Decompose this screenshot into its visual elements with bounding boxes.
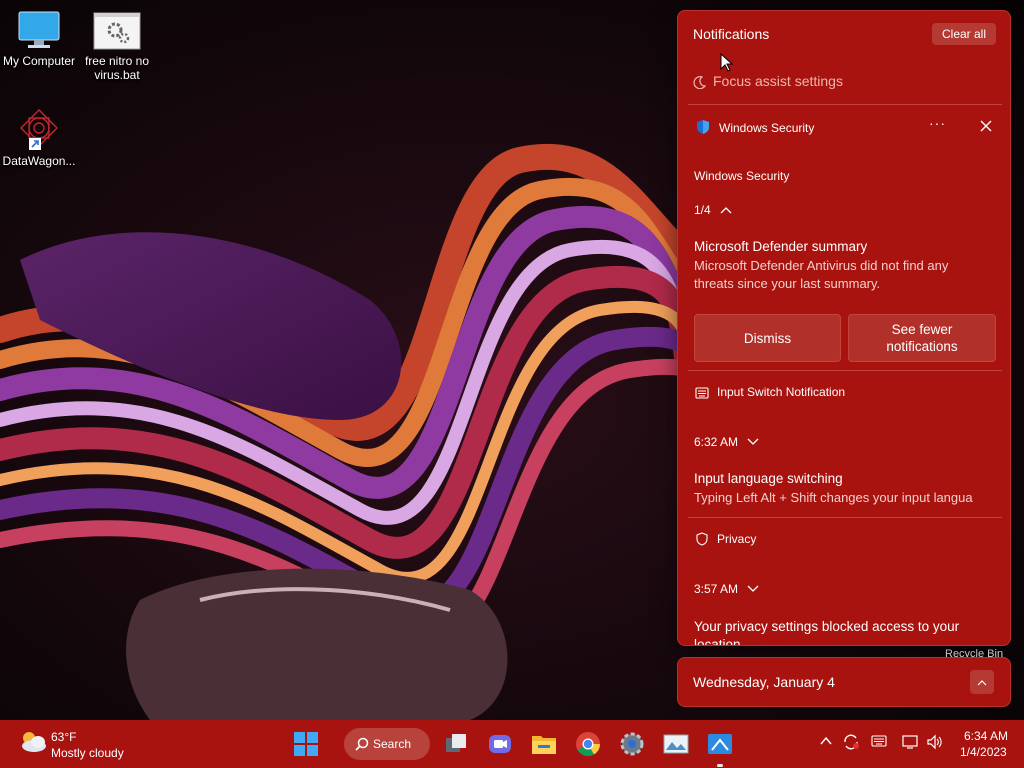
keyboard-icon — [695, 387, 709, 399]
notification-time-text: 6:32 AM — [694, 435, 739, 449]
moon-icon — [693, 76, 707, 90]
more-options-icon[interactable]: ··· — [929, 115, 946, 131]
notification-body: Typing Left Alt + Shift changes your inp… — [694, 490, 973, 505]
chevron-down-icon — [747, 585, 759, 592]
focus-assist-settings-link[interactable]: Focus assist settings — [693, 73, 843, 90]
desktop-icon-my-computer[interactable]: My Computer — [1, 10, 77, 68]
clear-all-button[interactable]: Clear all — [932, 23, 996, 45]
volume-icon[interactable] — [926, 734, 944, 750]
notification-counter[interactable]: 1/4 — [694, 203, 732, 217]
close-icon[interactable] — [980, 120, 992, 132]
see-fewer-notifications-button[interactable]: See fewer notifications — [848, 314, 996, 362]
notification-time-text: 3:57 AM — [694, 582, 739, 596]
dismiss-button[interactable]: Dismiss — [694, 314, 841, 362]
see-fewer-line1: See fewer — [891, 322, 953, 337]
see-fewer-line2: notifications — [886, 339, 958, 354]
keyboard-icon[interactable] — [871, 734, 887, 748]
notification-title-line2: location. — [694, 637, 745, 646]
notification-body-line1: Microsoft Defender Antivirus did not fin… — [694, 258, 949, 273]
notification-input-switch[interactable]: Input Switch Notification 6:32 AM Input … — [688, 371, 1002, 517]
desktop-icon-label: DataWagon... — [2, 154, 76, 168]
app-icon[interactable] — [706, 730, 734, 758]
notification-windows-security[interactable]: Windows Security ··· Windows Security 1/… — [688, 105, 1002, 367]
notification-app-row: Windows Security — [695, 119, 814, 135]
batch-file-icon — [93, 12, 141, 50]
desktop-icon-free-nitro-bat[interactable]: free nitro no virus.bat — [79, 12, 155, 82]
notification-app-row: Input Switch Notification — [695, 385, 845, 399]
cloudy-weather-icon — [22, 732, 46, 752]
mouse-cursor-icon — [720, 53, 734, 72]
chevron-up-icon — [977, 680, 987, 686]
taskbar: 63°F Mostly cloudy Search 6:34 AM 1/4/20… — [0, 720, 1024, 768]
notification-body: Microsoft Defender Antivirus did not fin… — [694, 257, 1000, 293]
chevron-down-icon — [747, 438, 759, 445]
desktop-icon-datawagon[interactable]: DataWagon... — [1, 108, 77, 168]
clock-time[interactable]: 6:34 AM — [964, 729, 1008, 743]
chevron-up-icon — [720, 207, 732, 214]
notification-center-title: Notifications — [693, 26, 770, 42]
desktop-icon-label: My Computer — [2, 54, 76, 68]
notification-time[interactable]: 6:32 AM — [694, 435, 759, 449]
notification-title: Input language switching — [694, 471, 843, 486]
notification-group-header: Windows Security — [694, 169, 790, 183]
taskbar-search-button[interactable]: Search — [344, 728, 430, 760]
shortcut-icon — [20, 109, 58, 150]
start-icon[interactable] — [292, 730, 320, 758]
search-icon — [355, 737, 369, 751]
network-icon[interactable] — [902, 734, 920, 750]
shield-icon — [697, 120, 709, 134]
calendar-expand-button[interactable] — [970, 670, 994, 694]
notification-body-line2: threats since your last summary. — [694, 276, 881, 291]
search-label: Search — [373, 737, 412, 751]
settings-icon[interactable] — [618, 730, 646, 758]
notification-app-name: Input Switch Notification — [717, 385, 846, 399]
notification-title-line1: Your privacy settings blocked access to … — [694, 619, 960, 634]
calendar-flyout[interactable]: Wednesday, January 4 — [677, 657, 1011, 707]
notification-title: Microsoft Defender summary — [694, 239, 868, 254]
notification-app-row: Privacy — [695, 532, 756, 546]
shield-outline-icon — [696, 532, 708, 546]
weather-description: Mostly cloudy — [51, 746, 124, 760]
calendar-date: Wednesday, January 4 — [693, 674, 835, 690]
notification-title: Your privacy settings blocked access to … — [694, 618, 1000, 646]
chat-icon[interactable] — [486, 730, 514, 758]
file-explorer-icon[interactable] — [530, 730, 558, 758]
active-app-indicator — [717, 764, 723, 767]
sync-icon[interactable] — [842, 733, 860, 751]
notification-center: Notifications Clear all Focus assist set… — [677, 10, 1011, 646]
notification-app-name: Privacy — [717, 532, 757, 546]
clock-date[interactable]: 1/4/2023 — [960, 745, 1007, 759]
notification-app-name: Windows Security — [719, 121, 815, 135]
notification-time[interactable]: 3:57 AM — [694, 582, 759, 596]
weather-temperature: 63°F — [51, 730, 77, 744]
photos-icon[interactable] — [662, 730, 690, 758]
weather-widget[interactable]: 63°F Mostly cloudy — [18, 728, 124, 760]
desktop-icon-label-line2: virus.bat — [94, 68, 140, 82]
show-hidden-icons-icon[interactable] — [819, 734, 833, 748]
desktop-icon-label-line1: free nitro no — [84, 54, 150, 68]
counter-text: 1/4 — [694, 203, 711, 217]
notification-privacy[interactable]: Privacy 3:57 AM Your privacy settings bl… — [688, 518, 1002, 646]
chrome-icon[interactable] — [574, 730, 602, 758]
focus-assist-label: Focus assist settings — [713, 73, 843, 89]
monitor-icon — [18, 11, 60, 48]
task-view-icon[interactable] — [442, 730, 470, 758]
